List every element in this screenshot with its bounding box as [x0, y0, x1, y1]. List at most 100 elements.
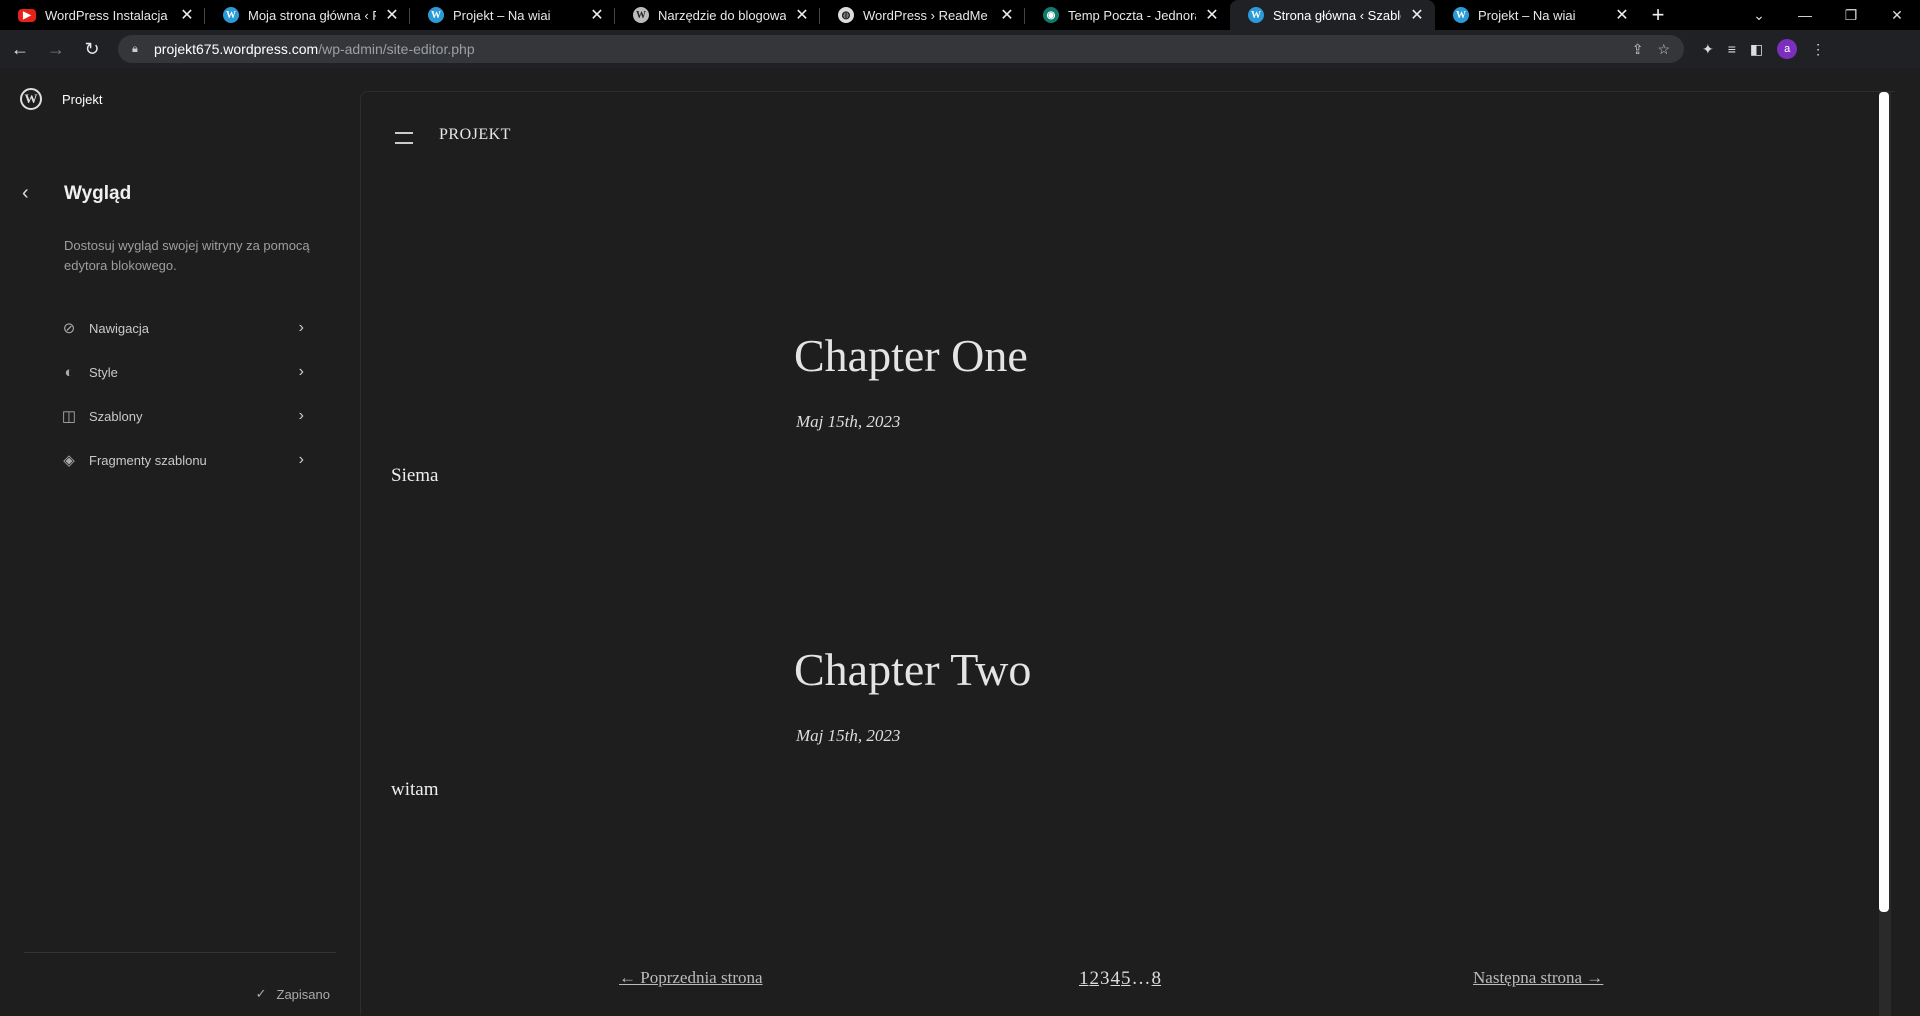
wordpress-icon: W	[428, 7, 444, 23]
site-name: Projekt	[62, 91, 103, 107]
page-number-link[interactable]: 5	[1121, 968, 1131, 989]
new-tab-button[interactable]: +	[1640, 0, 1676, 30]
chevron-right-icon: ›	[298, 363, 304, 380]
back-chevron-icon[interactable]: ‹	[22, 182, 29, 205]
tab-title: WordPress › ReadMe	[863, 7, 988, 23]
youtube-icon: ▶	[18, 8, 36, 22]
close-icon[interactable]: ✕	[1204, 5, 1220, 25]
wordpress-icon: W	[633, 7, 649, 23]
check-icon: ✓	[255, 986, 267, 1001]
browser-tab-strip: ▶ WordPress Instalacja Porad ✕ W Moja stron…	[0, 0, 1920, 30]
post-title[interactable]: Chapter One	[794, 329, 1028, 382]
menu-kebab-icon[interactable]: ⋮	[1811, 41, 1825, 58]
wordpress-icon: W	[1248, 7, 1264, 23]
sidebar-item-label: Nawigacja	[89, 320, 149, 336]
tab-title: Narzędzie do blogowania,	[658, 7, 786, 23]
browser-tab[interactable]: ◉ Temp Poczta - Jednorazow ✕	[1025, 0, 1230, 30]
sidebar-item-label: Style	[89, 364, 118, 380]
sidebar-description: Dostosuj wygląd swojej witryny za pomocą…	[64, 238, 310, 273]
sidebar-item-navigation[interactable]: ⊘ Nawigacja ›	[58, 306, 308, 350]
save-status-label: Zapisano	[276, 986, 330, 1002]
profile-avatar[interactable]: a	[1777, 39, 1798, 59]
forward-icon[interactable]: →	[40, 33, 72, 65]
window-controls: ⌄ — ❐ ✕	[1736, 0, 1920, 30]
reload-icon[interactable]: ↻	[76, 33, 108, 65]
compass-icon: ⊘	[62, 320, 76, 337]
chevron-right-icon: ›	[298, 451, 304, 468]
editor-canvas[interactable]: PROJEKT Chapter One Maj 15th, 2023 Siema…	[360, 91, 1895, 1016]
pagination: ← Poprzednia strona 12345…8 Następna str…	[361, 968, 1861, 998]
site-title[interactable]: PROJEKT	[439, 126, 511, 144]
wordpress-icon: W	[223, 7, 239, 23]
chevron-right-icon: ›	[298, 407, 304, 424]
address-bar[interactable]: 🔒︎ projekt675.wordpress.com/wp-admin/sit…	[118, 35, 1684, 63]
post-excerpt: Siema	[391, 465, 439, 486]
reading-list-icon[interactable]: ≡	[1728, 41, 1736, 57]
previous-page-link[interactable]: ← Poprzednia strona	[619, 968, 763, 988]
close-icon[interactable]: ✕	[179, 5, 195, 25]
page-number-current: 3	[1100, 968, 1110, 989]
sidebar-item-templates[interactable]: ◫ Szablony ›	[58, 394, 308, 438]
close-window-icon[interactable]: ✕	[1874, 0, 1920, 30]
close-icon[interactable]: ✕	[1614, 5, 1630, 25]
close-icon[interactable]: ✕	[794, 5, 810, 25]
post-title[interactable]: Chapter Two	[794, 643, 1031, 696]
tab-title: Moja strona główna ‹ Proj	[248, 7, 376, 23]
sidebar-item-template-parts[interactable]: ◈ Fragmenty szablonu ›	[58, 438, 308, 482]
tab-title: Temp Poczta - Jednorazow	[1068, 7, 1196, 23]
sidebar-title: Wygląd	[64, 183, 132, 204]
page-ellipsis: …	[1131, 968, 1151, 989]
divider	[24, 952, 336, 953]
tab-title: Projekt – Na wiai	[453, 7, 551, 23]
wordpress-icon: W	[1453, 7, 1469, 23]
site-hub[interactable]: W Projekt	[20, 88, 102, 110]
extensions-icon[interactable]: ✦	[1702, 41, 1714, 58]
tab-search-icon[interactable]: ⌄	[1736, 0, 1782, 30]
browser-tab-active[interactable]: W Strona główna ‹ Szablon ‹ ✕	[1230, 0, 1435, 30]
close-icon[interactable]: ✕	[589, 5, 605, 25]
browser-tab[interactable]: W Moja strona główna ‹ Proj ✕	[205, 0, 410, 30]
site-editor-sidebar: W Projekt ‹ Wygląd Dostosuj wygląd swoje…	[0, 68, 360, 1015]
sidebar-item-label: Fragmenty szablonu	[89, 452, 207, 468]
browser-tab[interactable]: W Projekt – Na wiai ✕	[1435, 0, 1640, 30]
close-icon[interactable]: ✕	[384, 5, 400, 25]
tab-title: Projekt – Na wiai	[1478, 7, 1576, 23]
hamburger-menu-icon[interactable]	[395, 132, 413, 144]
share-icon[interactable]: ⇪	[1632, 41, 1644, 58]
diamond-icon: ◈	[63, 452, 75, 469]
browser-tab[interactable]: W Narzędzie do blogowania, ✕	[615, 0, 820, 30]
page-number-link[interactable]: 8	[1152, 968, 1162, 989]
url-host: projekt675.wordpress.com	[154, 41, 319, 57]
chevron-right-icon: ›	[298, 319, 304, 336]
post-date: Maj 15th, 2023	[796, 412, 901, 431]
wordpress-logo-icon[interactable]: W	[20, 88, 42, 110]
sidebar-item-label: Szablony	[89, 408, 143, 424]
back-icon[interactable]: ←	[4, 33, 36, 65]
browser-tab[interactable]: ◍ WordPress › ReadMe ✕	[820, 0, 1025, 30]
sidebar-item-styles[interactable]: ◐ Style ›	[58, 350, 308, 394]
close-icon[interactable]: ✕	[1409, 5, 1425, 25]
browser-tab[interactable]: ▶ WordPress Instalacja Porad ✕	[0, 0, 205, 30]
tempmail-icon: ◉	[1043, 7, 1059, 23]
layout-icon: ◫	[61, 408, 77, 425]
url-path: /wp-admin/site-editor.php	[318, 41, 475, 57]
save-status: ✓ Zapisano	[256, 986, 330, 1002]
globe-icon: ◍	[838, 7, 854, 23]
browser-toolbar: ← → ↻ 🔒︎ projekt675.wordpress.com/wp-adm…	[0, 30, 1920, 68]
page-number-link[interactable]: 2	[1090, 968, 1100, 989]
side-panel-icon[interactable]: ◧	[1750, 41, 1763, 58]
page-numbers: 12345…8	[1079, 968, 1162, 990]
lock-icon[interactable]: 🔒︎	[132, 43, 144, 56]
close-icon[interactable]: ✕	[999, 5, 1015, 25]
page-number-link[interactable]: 4	[1111, 968, 1121, 989]
post-date: Maj 15th, 2023	[796, 726, 901, 745]
page-number-link[interactable]: 1	[1079, 968, 1089, 989]
browser-tab[interactable]: W Projekt – Na wiai ✕	[410, 0, 615, 30]
tab-title: Strona główna ‹ Szablon ‹	[1273, 7, 1401, 23]
post-excerpt: witam	[391, 779, 439, 800]
next-page-link[interactable]: Następna strona →	[1473, 968, 1603, 988]
restore-icon[interactable]: ❐	[1828, 0, 1874, 30]
bookmark-star-icon[interactable]: ☆	[1657, 41, 1670, 58]
minimize-icon[interactable]: —	[1782, 0, 1828, 30]
canvas-scrollbar-thumb[interactable]	[1879, 92, 1889, 912]
